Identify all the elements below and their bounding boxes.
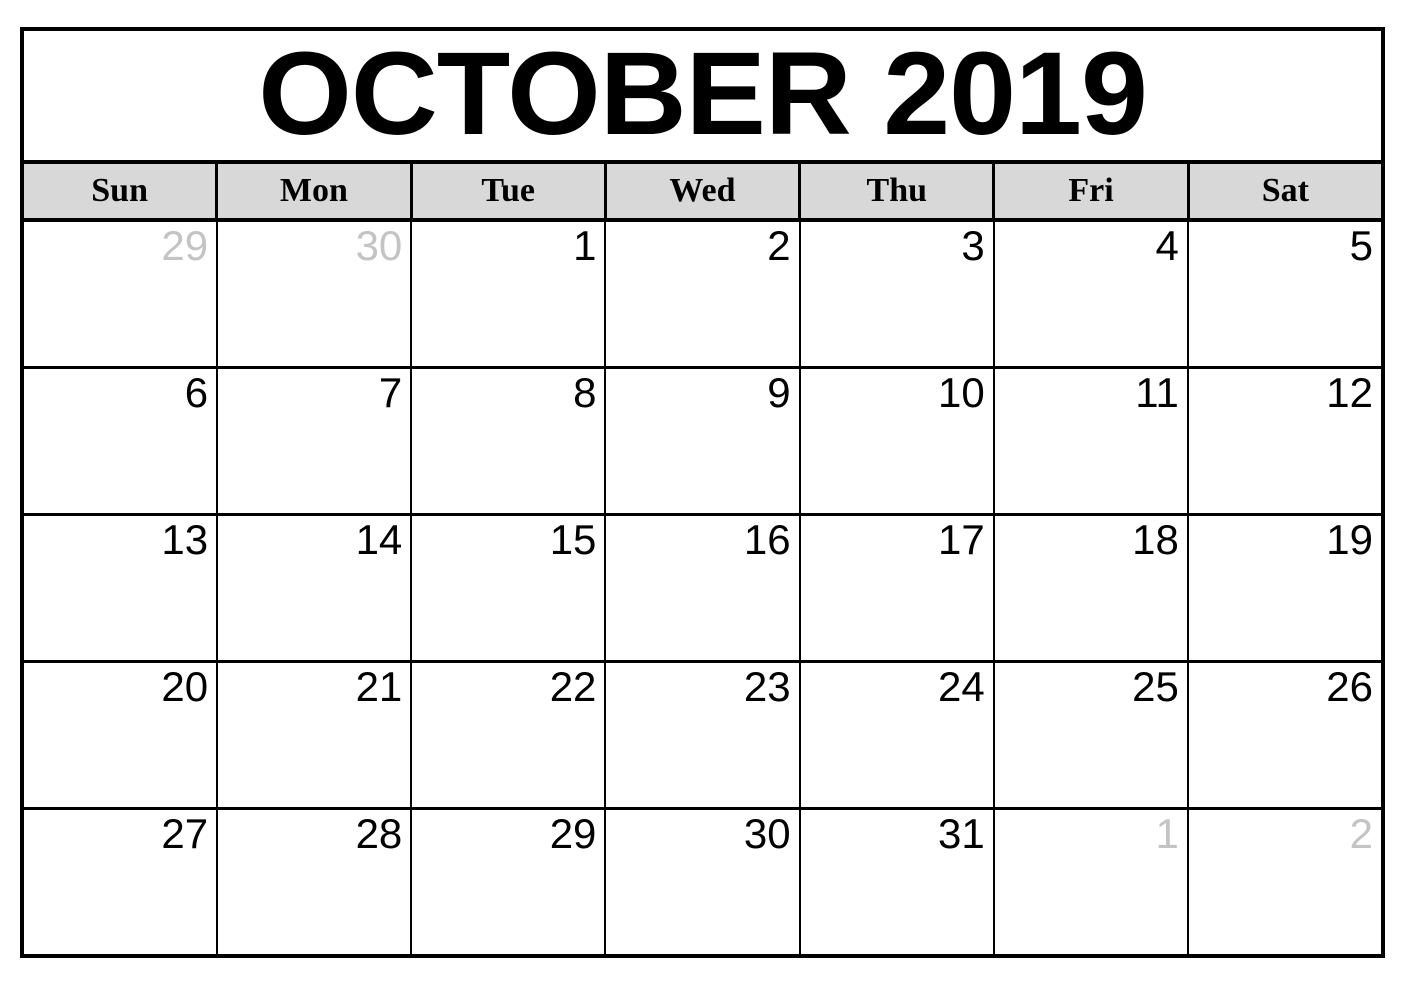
day-cell[interactable]: 5 <box>1188 222 1381 366</box>
weekday-label: Wed <box>669 172 736 209</box>
day-number: 13 <box>161 516 209 563</box>
day-cell[interactable]: 10 <box>800 369 995 513</box>
day-cell[interactable]: 16 <box>606 516 801 660</box>
day-cell[interactable]: 4 <box>994 222 1189 366</box>
day-number: 3 <box>961 222 985 269</box>
day-number: 18 <box>1132 516 1179 563</box>
day-number: 30 <box>355 222 403 269</box>
day-number: 10 <box>937 369 985 416</box>
day-number: 6 <box>184 369 209 416</box>
weekday-label: Sun <box>91 172 148 209</box>
day-cell[interactable]: 14 <box>218 516 413 660</box>
day-cell[interactable]: 3 <box>800 222 995 366</box>
day-number: 9 <box>767 369 791 416</box>
day-cell[interactable]: 8 <box>412 369 607 513</box>
day-cell[interactable]: 7 <box>218 369 413 513</box>
day-cell[interactable]: 23 <box>606 663 801 807</box>
day-number: 5 <box>1349 222 1373 269</box>
day-number: 11 <box>1135 369 1179 416</box>
day-number: 19 <box>1326 516 1373 563</box>
weekday-label: Tue <box>481 172 535 209</box>
day-cell[interactable]: 26 <box>1188 663 1381 807</box>
day-cell[interactable]: 13 <box>24 516 219 660</box>
week-row: 20 21 22 23 24 25 26 <box>24 663 1381 810</box>
day-number: 28 <box>355 810 403 857</box>
day-number: 8 <box>573 369 597 416</box>
day-cell[interactable]: 1 <box>994 810 1189 954</box>
page-title: OCTOBER 2019 <box>258 31 1148 160</box>
day-number: 22 <box>549 663 597 710</box>
day-cell[interactable]: 12 <box>1188 369 1381 513</box>
day-number: 27 <box>161 810 209 857</box>
day-number: 2 <box>1349 810 1373 857</box>
weekday-label: Sat <box>1261 172 1309 209</box>
day-number: 29 <box>549 810 597 857</box>
day-number: 26 <box>1326 663 1373 710</box>
weekday-header-wed: Wed <box>606 164 802 218</box>
weekday-header-mon: Mon <box>218 164 413 218</box>
day-cell[interactable]: 25 <box>994 663 1189 807</box>
day-cell[interactable]: 31 <box>800 810 995 954</box>
weekday-header-fri: Fri <box>995 164 1190 218</box>
day-number: 17 <box>937 516 985 563</box>
weekday-header-sun: Sun <box>24 164 219 218</box>
weekday-header-thu: Thu <box>801 164 996 218</box>
day-number: 2 <box>767 222 791 269</box>
day-cell[interactable]: 6 <box>24 369 219 513</box>
day-number: 1 <box>1155 810 1179 857</box>
week-row: 27 28 29 30 31 1 2 <box>24 810 1381 954</box>
day-number: 4 <box>1155 222 1179 269</box>
day-number: 7 <box>378 369 403 416</box>
weekday-header-sat: Sat <box>1189 164 1381 218</box>
week-row: 29 30 1 2 3 4 5 <box>24 222 1381 369</box>
weekday-label: Fri <box>1068 172 1114 209</box>
day-cell[interactable]: 24 <box>800 663 995 807</box>
day-number: 15 <box>549 516 597 563</box>
day-number: 1 <box>573 222 597 269</box>
weekday-label: Thu <box>866 172 928 209</box>
day-cell[interactable]: 30 <box>218 222 413 366</box>
day-cell[interactable]: 18 <box>994 516 1189 660</box>
day-number: 24 <box>937 663 985 710</box>
day-cell[interactable]: 15 <box>412 516 607 660</box>
calendar-title-bar: OCTOBER 2019 <box>24 31 1381 164</box>
day-number: 23 <box>743 663 791 710</box>
day-cell[interactable]: 30 <box>606 810 801 954</box>
day-number: 30 <box>743 810 791 857</box>
weekday-header-row: Sun Mon Tue Wed Thu Fri Sat <box>24 164 1381 222</box>
day-number: 16 <box>743 516 791 563</box>
day-cell[interactable]: 19 <box>1188 516 1381 660</box>
day-cell[interactable]: 22 <box>412 663 607 807</box>
weekday-header-tue: Tue <box>412 164 607 218</box>
day-cell[interactable]: 2 <box>1188 810 1381 954</box>
day-number: 29 <box>161 222 209 269</box>
day-cell[interactable]: 28 <box>218 810 413 954</box>
day-number: 12 <box>1326 369 1373 416</box>
calendar: OCTOBER 2019 Sun Mon Tue Wed Thu Fri Sat 29 30 1… <box>20 27 1385 958</box>
day-number: 25 <box>1132 663 1179 710</box>
weekday-label: Mon <box>279 172 348 209</box>
day-cell[interactable]: 2 <box>606 222 801 366</box>
week-row: 13 14 15 16 17 18 19 <box>24 516 1381 663</box>
day-number: 14 <box>355 516 403 563</box>
calendar-grid: 29 30 1 2 3 4 5 6 7 8 9 10 11 12 13 14 15 16 17 18 19 20 21 22 2… <box>24 222 1381 954</box>
day-number: 31 <box>937 810 985 857</box>
day-cell[interactable]: 9 <box>606 369 801 513</box>
day-cell[interactable]: 29 <box>412 810 607 954</box>
week-row: 6 7 8 9 10 11 12 <box>24 369 1381 516</box>
day-number: 21 <box>355 663 403 710</box>
day-cell[interactable]: 11 <box>994 369 1189 513</box>
day-cell[interactable]: 20 <box>24 663 219 807</box>
day-cell[interactable]: 17 <box>800 516 995 660</box>
day-number: 20 <box>161 663 209 710</box>
day-cell[interactable]: 27 <box>24 810 219 954</box>
day-cell[interactable]: 1 <box>412 222 607 366</box>
day-cell[interactable]: 29 <box>24 222 219 366</box>
day-cell[interactable]: 21 <box>218 663 413 807</box>
